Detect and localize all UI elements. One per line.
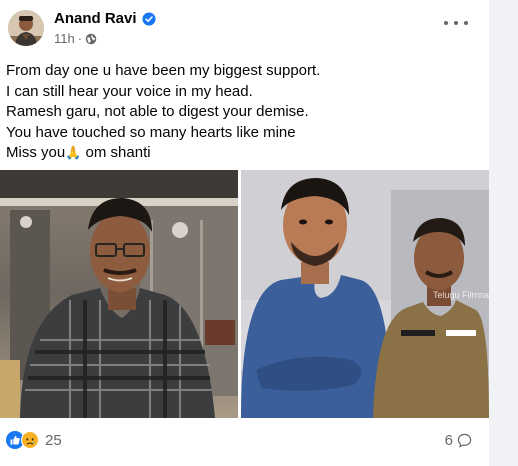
avatar[interactable] — [8, 10, 44, 46]
more-options-icon[interactable] — [444, 16, 468, 30]
verified-badge-icon — [141, 11, 156, 26]
post-text-line: Miss you🙏 om shanti — [6, 143, 476, 164]
globe-icon[interactable] — [85, 33, 97, 45]
meta-separator: · — [77, 31, 83, 46]
post-text: From day one u have been my biggest supp… — [6, 61, 476, 164]
reactions-summary[interactable]: 25 — [6, 431, 62, 449]
post-text-line: Ramesh garu, not able to digest your dem… — [6, 103, 309, 120]
post-footer: 25 6 — [0, 424, 489, 458]
post-text-line: You have touched so many hearts like min… — [6, 123, 296, 141]
post-card: Anand Ravi 11h · From day one u have bee… — [0, 0, 489, 466]
photo-movie-still[interactable]: Telugu Filmnagar — [241, 170, 489, 418]
post-text-line: I can still hear your voice in my head. — [6, 82, 253, 100]
comment-count: 6 — [444, 432, 453, 449]
post-meta: 11h · — [54, 31, 97, 46]
comment-count-button[interactable]: 6 — [445, 432, 472, 449]
author-name[interactable]: Anand Ravi — [54, 10, 137, 27]
photo-grid: Telugu Filmnagar — [0, 170, 489, 418]
post-time[interactable]: 11h — [54, 31, 75, 46]
post-text-line: From day one u have been my biggest supp… — [6, 62, 321, 79]
photo-man-portrait[interactable] — [0, 170, 238, 418]
comment-icon — [457, 433, 472, 448]
post-text-segment: om shanti — [81, 144, 151, 161]
feed-background — [489, 0, 518, 466]
folded-hands-emoji: 🙏 — [65, 145, 82, 160]
sad-reaction-icon — [21, 431, 39, 449]
post-author: Anand Ravi — [54, 10, 156, 27]
watermark-text: Telugu Filmnagar — [433, 290, 489, 300]
reaction-count: 25 — [45, 431, 62, 449]
post-text-segment: Miss you — [6, 144, 66, 161]
